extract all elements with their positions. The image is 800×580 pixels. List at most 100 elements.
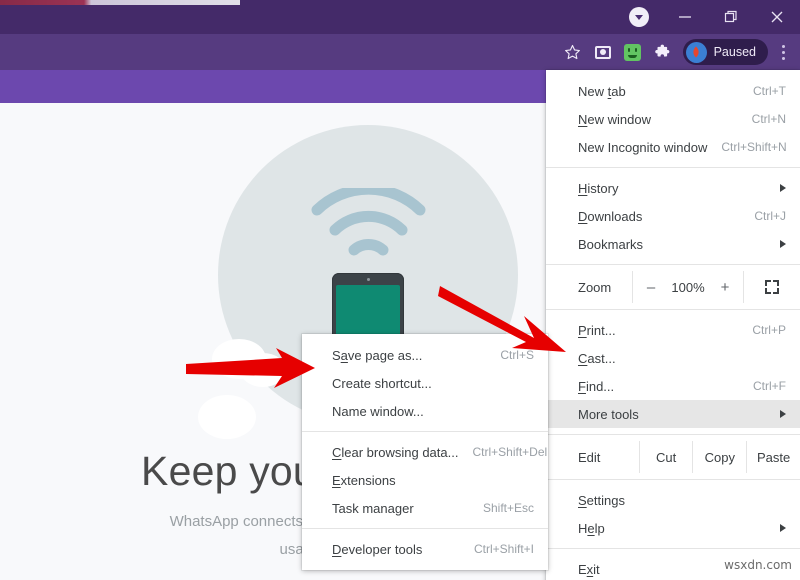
- browser-window: Paused Keep: [0, 0, 800, 580]
- restore-icon: [724, 10, 738, 24]
- browser-tab-sliver[interactable]: [0, 0, 240, 5]
- close-button[interactable]: [754, 0, 800, 34]
- menu-item-accel: Ctrl+T: [739, 84, 786, 98]
- more-tools-submenu: Save page as... Ctrl+S Create shortcut..…: [302, 334, 548, 570]
- menu-item-accel: Shift+Esc: [469, 501, 534, 515]
- menu-item-label: Help: [578, 521, 770, 536]
- menu-item-history[interactable]: History: [546, 174, 800, 202]
- menu-item-label: Name window...: [332, 404, 534, 419]
- download-indicator-button[interactable]: [616, 0, 662, 34]
- menu-item-cast[interactable]: Cast...: [546, 344, 800, 372]
- menu-item-accel: Ctrl+Shift+N: [707, 140, 786, 154]
- submenu-item-extensions[interactable]: Extensions: [302, 466, 548, 494]
- menu-separator: [546, 264, 800, 265]
- cut-button[interactable]: Cut: [639, 441, 693, 473]
- chevron-right-icon: [780, 184, 786, 192]
- profile-status-label: Paused: [714, 45, 756, 59]
- menu-item-label: Clear browsing data...: [332, 445, 458, 460]
- puzzle-extensions-icon: [654, 44, 671, 61]
- zoom-controls: – 100% +: [632, 271, 744, 303]
- menu-item-label: History: [578, 181, 770, 196]
- zoom-in-button[interactable]: +: [711, 279, 739, 296]
- chevron-right-icon: [780, 524, 786, 532]
- bookmark-star-icon: [564, 44, 581, 61]
- menu-item-label: Extensions: [332, 473, 534, 488]
- menu-item-accel: Ctrl+J: [740, 209, 786, 223]
- menu-item-downloads[interactable]: Downloads Ctrl+J: [546, 202, 800, 230]
- chevron-right-icon: [780, 240, 786, 248]
- menu-item-label: Task manager: [332, 501, 469, 516]
- submenu-item-task-manager[interactable]: Task manager Shift+Esc: [302, 494, 548, 522]
- minimize-icon: [678, 10, 692, 24]
- browser-toolbar: Paused: [0, 34, 800, 70]
- menu-item-new-window[interactable]: New window Ctrl+N: [546, 105, 800, 133]
- extension-green-button[interactable]: [619, 38, 647, 66]
- menu-separator: [546, 434, 800, 435]
- cloud-illustration: [198, 395, 256, 439]
- menu-item-label: Bookmarks: [578, 237, 770, 252]
- menu-item-label: Find...: [578, 379, 739, 394]
- menu-item-label: More tools: [578, 407, 770, 422]
- menu-item-accel: Ctrl+F: [739, 379, 786, 393]
- extensions-button[interactable]: [649, 38, 677, 66]
- submenu-item-save-page-as[interactable]: Save page as... Ctrl+S: [302, 341, 548, 369]
- extension-green-icon: [624, 44, 641, 61]
- menu-item-label: Settings: [578, 493, 786, 508]
- paste-button[interactable]: Paste: [746, 441, 800, 473]
- chrome-menu-button[interactable]: [770, 38, 796, 66]
- menu-item-label: New window: [578, 112, 738, 127]
- menu-item-accel: Ctrl+P: [738, 323, 786, 337]
- menu-item-accel: Ctrl+Shift+I: [460, 542, 534, 556]
- cast-icon: [595, 46, 611, 59]
- zoom-label: Zoom: [546, 280, 632, 295]
- bookmark-star-button[interactable]: [559, 38, 587, 66]
- submenu-item-developer-tools[interactable]: Developer tools Ctrl+Shift+I: [302, 535, 548, 563]
- watermark: wsxdn.com: [724, 558, 792, 572]
- menu-item-label: Developer tools: [332, 542, 460, 557]
- menu-item-find[interactable]: Find... Ctrl+F: [546, 372, 800, 400]
- fullscreen-button[interactable]: [744, 271, 800, 303]
- menu-item-help[interactable]: Help: [546, 514, 800, 542]
- menu-separator: [546, 309, 800, 310]
- copy-button[interactable]: Copy: [692, 441, 746, 473]
- menu-item-settings[interactable]: Settings: [546, 486, 800, 514]
- window-controls: [616, 0, 800, 34]
- menu-item-label: Save page as...: [332, 348, 486, 363]
- menu-item-label: Print...: [578, 323, 738, 338]
- submenu-item-create-shortcut[interactable]: Create shortcut...: [302, 369, 548, 397]
- menu-item-new-incognito-window[interactable]: New Incognito window Ctrl+Shift+N: [546, 133, 800, 161]
- maximize-button[interactable]: [708, 0, 754, 34]
- menu-item-accel: Ctrl+Shift+Del: [458, 445, 547, 459]
- menu-item-bookmarks[interactable]: Bookmarks: [546, 230, 800, 258]
- menu-separator: [302, 431, 548, 432]
- zoom-out-button[interactable]: –: [637, 279, 665, 296]
- submenu-item-clear-browsing-data[interactable]: Clear browsing data... Ctrl+Shift+Del: [302, 438, 548, 466]
- submenu-item-name-window[interactable]: Name window...: [302, 397, 548, 425]
- fullscreen-icon: [765, 280, 779, 294]
- menu-zoom-row: Zoom – 100% +: [546, 271, 800, 303]
- wifi-signal-icon: [311, 188, 426, 263]
- menu-item-new-tab[interactable]: New tab Ctrl+T: [546, 77, 800, 105]
- menu-item-more-tools[interactable]: More tools: [546, 400, 800, 428]
- menu-edit-row: Edit Cut Copy Paste: [546, 441, 800, 473]
- close-icon: [770, 10, 784, 24]
- menu-item-label: New tab: [578, 84, 739, 99]
- profile-paused-button[interactable]: Paused: [683, 39, 768, 65]
- menu-item-print[interactable]: Print... Ctrl+P: [546, 316, 800, 344]
- menu-separator: [546, 167, 800, 168]
- chevron-right-icon: [780, 410, 786, 418]
- profile-avatar-icon: [686, 42, 707, 63]
- zoom-level-value: 100%: [665, 280, 711, 295]
- cloud-illustration: [240, 353, 286, 387]
- chrome-main-menu: New tab Ctrl+T New window Ctrl+N New Inc…: [546, 70, 800, 580]
- menu-separator: [546, 479, 800, 480]
- edit-label: Edit: [546, 441, 639, 473]
- minimize-button[interactable]: [662, 0, 708, 34]
- title-bar: [0, 0, 800, 34]
- cast-button[interactable]: [589, 38, 617, 66]
- menu-item-label: Cast...: [578, 351, 772, 366]
- menu-item-accel: Ctrl+S: [486, 348, 534, 362]
- menu-item-label: Downloads: [578, 209, 740, 224]
- toolbar-actions: Paused: [559, 34, 796, 70]
- phone-camera-dot: [367, 278, 370, 281]
